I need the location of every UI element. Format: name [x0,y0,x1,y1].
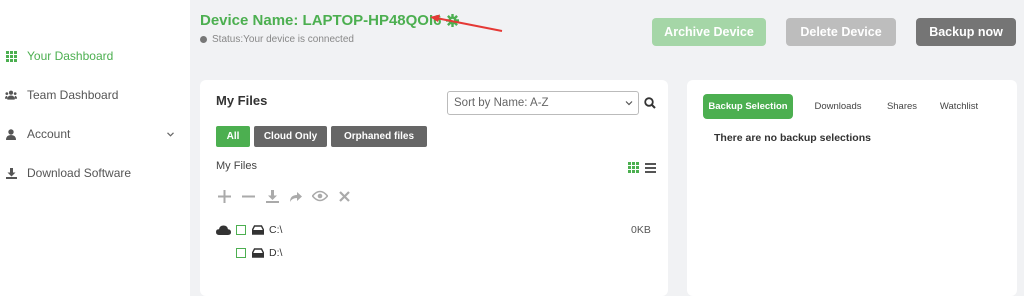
sort-select-value: Sort by Name: A-Z [454,97,549,109]
filter-orphaned-files-button[interactable]: Orphaned files [331,126,427,147]
archive-device-button[interactable]: Archive Device [652,18,766,46]
list-item[interactable]: D:\ [236,247,282,259]
file-size: 0KB [631,224,651,236]
tab-watchlist[interactable]: Watchlist [935,94,983,119]
filter-all-button[interactable]: All [216,126,250,147]
status-dot-icon [200,36,207,43]
delete-device-button[interactable]: Delete Device [786,18,896,46]
backup-now-button[interactable]: Backup now [916,18,1016,46]
list-view-icon[interactable] [645,160,656,178]
download-icon[interactable] [264,188,280,204]
device-name: Device Name: LAPTOP-HP48QOI6 [200,12,442,29]
checkbox[interactable] [236,225,246,235]
plus-icon[interactable] [216,188,232,204]
sidebar-item-team-dashboard[interactable]: Team Dashboard [0,83,190,107]
panel-title: My Files [216,93,268,108]
sidebar-item-label: Download Software [27,166,132,180]
list-item[interactable]: C:\ [216,224,282,236]
grid-view-icon[interactable] [628,160,639,178]
annotation-arrow [430,14,503,32]
sidebar-item-your-dashboard[interactable]: Your Dashboard [0,44,190,68]
empty-state-message: There are no backup selections [714,132,871,144]
minus-icon[interactable] [240,188,256,204]
drive-label: D:\ [269,247,283,259]
drive-icon [252,225,264,235]
my-files-panel: My Files Sort by Name: A-Z All Cloud Onl… [200,80,668,296]
drive-icon [252,248,264,258]
checkbox[interactable] [236,248,246,258]
tab-backup-selection[interactable]: Backup Selection [703,94,793,119]
chevron-down-icon [625,98,633,111]
grid-icon [5,50,17,62]
sidebar-item-download-software[interactable]: Download Software [0,161,190,185]
share-icon[interactable] [288,188,304,204]
close-icon[interactable] [336,188,352,204]
eye-icon[interactable] [312,188,328,204]
sidebar: Your Dashboard Team Dashboard Account Do… [0,0,190,296]
sidebar-item-account[interactable]: Account [0,122,190,146]
tab-downloads[interactable]: Downloads [807,94,869,119]
sidebar-item-label: Your Dashboard [27,49,114,63]
chevron-down-icon[interactable] [167,129,174,139]
file-toolbar [216,188,352,204]
sidebar-item-label: Team Dashboard [27,88,119,102]
sort-select[interactable]: Sort by Name: A-Z [447,91,639,115]
status-text: Status:Your device is connected [212,34,354,45]
connection-status: Status:Your device is connected [200,34,354,45]
user-icon [5,128,17,140]
breadcrumb: My Files [216,160,257,172]
team-icon [5,89,17,101]
sidebar-item-label: Account [27,127,71,141]
backup-panel: Backup Selection Downloads Shares Watchl… [687,80,1017,296]
search-icon[interactable] [644,96,656,114]
filter-cloud-only-button[interactable]: Cloud Only [254,126,327,147]
device-title: Device Name: LAPTOP-HP48QOI6 [200,12,460,29]
download-icon [5,167,17,179]
cloud-icon [216,225,231,235]
drive-label: C:\ [269,224,283,236]
tab-shares[interactable]: Shares [882,94,922,119]
main-content: Device Name: LAPTOP-HP48QOI6 Status:Your… [190,0,1024,296]
